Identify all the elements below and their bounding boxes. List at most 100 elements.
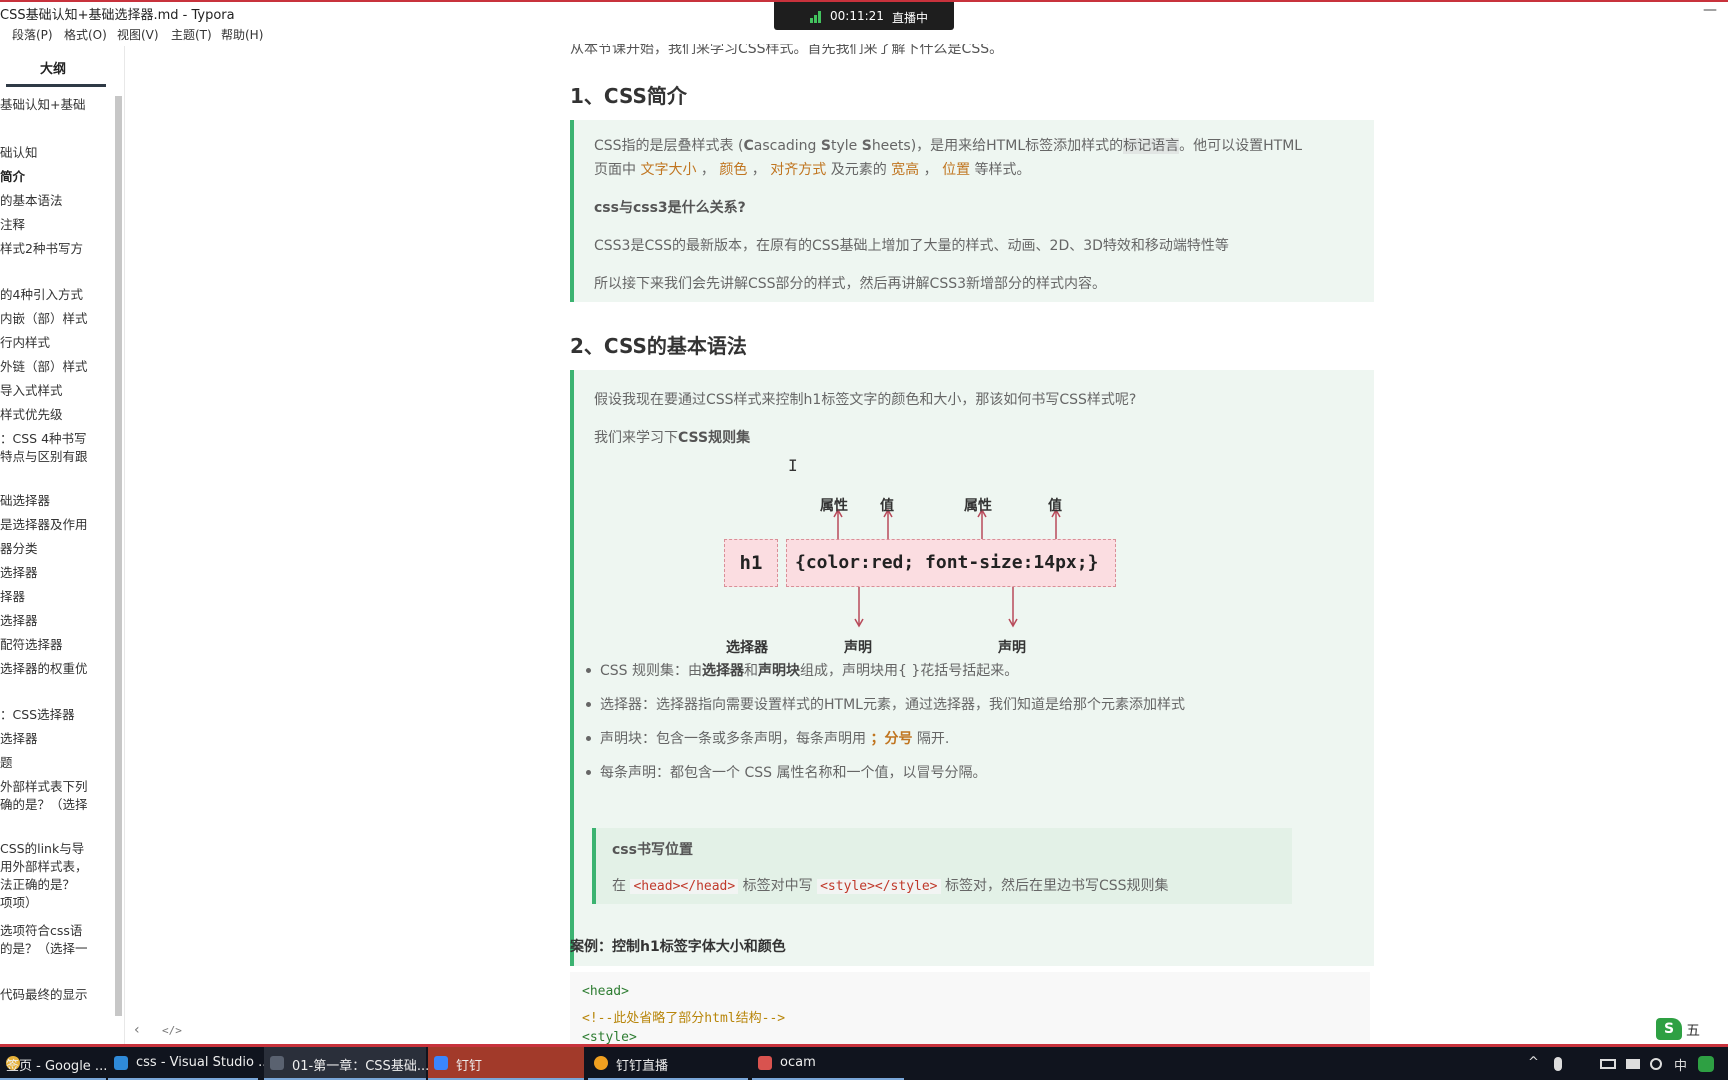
sidebar-outline-item[interactable]: 代码最终的显示	[0, 986, 88, 1004]
sidebar-outline-item[interactable]: 选项符合css语	[0, 922, 82, 940]
sogou-tray-icon[interactable]	[1698, 1056, 1714, 1072]
sidebar-outline-item[interactable]: 样式优先级	[0, 406, 63, 424]
sidebar-outline-item[interactable]: 内嵌（部）样式	[0, 310, 88, 328]
sidebar-outline-item[interactable]: 器分类	[0, 540, 38, 558]
ocam-icon	[758, 1056, 772, 1070]
sidebar-outline-item[interactable]: 行内样式	[0, 334, 50, 352]
window-title: CSS基础认知+基础选择器.md - Typora	[0, 8, 235, 23]
battery-icon[interactable]	[1626, 1059, 1640, 1069]
text-cursor-icon: I	[788, 456, 798, 475]
taskbar-item-chrome[interactable]: 签页 - Google ...	[0, 1047, 107, 1080]
sidebar-outline-item[interactable]: 确的是？（选择	[0, 796, 88, 814]
sidebar-scrollbar[interactable]	[115, 96, 122, 1016]
list-item: 选择器：选择器指向需要设置样式的HTML元素，通过选择器，我们知道是给那个元素添…	[586, 694, 1185, 714]
minimize-button[interactable]: —	[1700, 2, 1720, 20]
sidebar-outline-item[interactable]: 用外部样式表，	[0, 858, 88, 876]
taskbar-item-dingtalk-live[interactable]: 钉钉直播	[588, 1047, 748, 1080]
sidebar-outline-item[interactable]: 注释	[0, 216, 25, 234]
sidebar-outline-item[interactable]: ：CSS选择器	[0, 706, 75, 724]
sidebar-outline-item[interactable]: 配符选择器	[0, 636, 63, 654]
sidebar-outline-item[interactable]: 题	[0, 754, 13, 772]
highlighted-text: 标记语言	[1123, 138, 1180, 154]
syntax-line-1: 假设我现在要通过CSS样式来控制h1标签文字的颜色和大小，那该如何书写CSS样式…	[594, 392, 1137, 408]
sidebar-outline-item[interactable]: 样式2种书写方	[0, 240, 83, 258]
code-line-1: <head>	[582, 984, 629, 999]
sidebar-outline-item[interactable]: 简介	[0, 168, 25, 186]
menu-theme[interactable]: 主题(T)	[171, 26, 212, 43]
label-declaration-2: 声明	[998, 640, 1026, 656]
sidebar-outline-item[interactable]: 选择器	[0, 730, 38, 748]
tray-expand-icon[interactable]: ^	[1528, 1055, 1539, 1070]
code-line-2: <!--此处省略了部分html结构-->	[582, 1011, 786, 1026]
heading-css-intro: 1、CSS简介	[570, 84, 687, 108]
sidebar-outline-item[interactable]: 的基本语法	[0, 192, 63, 210]
sidebar-outline-item[interactable]: 外链（部）样式	[0, 358, 88, 376]
ime-mode-label[interactable]: 五	[1686, 1020, 1700, 1040]
sidebar-outline-item[interactable]: 基础认知+基础	[0, 96, 85, 114]
taskbar-item-typora[interactable]: 01-第一章：CSS基础...	[264, 1047, 429, 1080]
typora-icon	[270, 1056, 284, 1070]
list-item: CSS 规则集：由选择器和声明块组成，声明块用{ }花括号括起来。	[585, 660, 1018, 680]
sidebar-outline-item[interactable]: 特点与区别有跟	[0, 448, 88, 466]
menu-bar: 段落(P) 格式(O) 视图(V) 主题(T) 帮助(H)	[0, 24, 1728, 44]
menu-paragraph[interactable]: 段落(P)	[12, 26, 53, 43]
sidebar-outline-item[interactable]: 的4种引入方式	[0, 286, 83, 304]
taskbar-item-vscode[interactable]: css - Visual Studio ...	[108, 1047, 271, 1080]
label-declaration-1: 声明	[844, 640, 872, 656]
sidebar-outline-item[interactable]: 是选择器及作用	[0, 516, 88, 534]
label-value-1: 值	[880, 498, 894, 514]
syntax-line-2: 我们来学习下CSS规则集	[594, 430, 751, 446]
intro-question: css与css3是什么关系?	[594, 200, 746, 216]
label-property-2: 属性	[964, 498, 992, 514]
sidebar-outline-item[interactable]: 础选择器	[0, 492, 50, 510]
case-heading: 案例：控制h1标签字体大小和颜色	[570, 939, 786, 955]
dingtalk-icon	[434, 1056, 448, 1070]
label-value-2: 值	[1048, 498, 1062, 514]
network-icon[interactable]	[1600, 1059, 1616, 1069]
taskbar-item-dingtalk[interactable]: 钉钉	[428, 1047, 584, 1080]
intro-line-4: 所以接下来我们会先讲解CSS部分的样式，然后再讲解CSS3新增部分的样式内容。	[594, 276, 1107, 292]
blockquote-css-syntax: 假设我现在要通过CSS样式来控制h1标签文字的颜色和大小，那该如何书写CSS样式…	[570, 370, 1374, 966]
outline-sidebar: 大纲 基础认知+基础 础认知简介的基本语法注释样式2种书写方 的4种引入方式 内嵌（部…	[0, 46, 125, 1044]
sogou-ime-icon[interactable]: S	[1656, 1018, 1682, 1040]
sidebar-outline-item[interactable]: 选择器的权重优	[0, 660, 88, 678]
taskbar-item-ocam[interactable]: ocam	[752, 1047, 904, 1080]
code-line-3: <style>	[582, 1030, 637, 1044]
code-style: <style></style>	[817, 879, 941, 894]
sidebar-footer: ‹ </>	[0, 1018, 124, 1042]
code-head: <head></head>	[630, 879, 739, 894]
intro-line-1: CSS指的是层叠样式表 (Cascading Style Sheets)，是用来…	[594, 138, 1303, 154]
code-block[interactable]: <head> <!--此处省略了部分html结构--> <style>	[570, 972, 1370, 1044]
sidebar-outline-item[interactable]: 择器	[0, 588, 25, 606]
label-property-1: 属性	[820, 498, 848, 514]
menu-format[interactable]: 格式(O)	[64, 26, 107, 43]
sidebar-outline-item[interactable]: ：CSS 4种书写	[0, 430, 87, 448]
sidebar-outline-item[interactable]: 选择器	[0, 612, 38, 630]
heading-css-syntax: 2、CSS的基本语法	[570, 334, 747, 358]
sidebar-outline-item[interactable]: 导入式样式	[0, 382, 63, 400]
list-item: 每条声明：都包含一个 CSS 属性名称和一个值，以冒号分隔。	[585, 762, 986, 782]
declaration-box: {color:red; font-size:14px;}	[786, 539, 1116, 587]
dingtalk-live-icon	[594, 1056, 608, 1070]
css-ruleset-diagram: 属性 值 属性 值 h1 {color:red; font-size:14px;…	[724, 495, 1184, 675]
sidebar-outline-item[interactable]: 项项）	[0, 894, 38, 912]
microphone-icon[interactable]	[1554, 1057, 1562, 1071]
blockquote-css-intro: CSS指的是层叠样式表 (Cascading Style Sheets)，是用来…	[570, 120, 1374, 302]
vscode-icon	[114, 1056, 128, 1070]
label-selector: 选择器	[726, 640, 768, 656]
list-item: 声明块：包含一条或多条声明，每条声明用 ；分号 隔开.	[585, 728, 949, 748]
sidebar-outline-item[interactable]: CSS的link与导	[0, 840, 84, 858]
ime-indicator[interactable]: 中	[1674, 1055, 1687, 1074]
menu-help[interactable]: 帮助(H)	[221, 26, 263, 43]
taskbar: 签页 - Google ... css - Visual Studio ... …	[0, 1047, 1728, 1080]
document-area[interactable]: 从本节课开始，我们来学习CSS样式。首先我们来了解下什么是CSS。 1、CSS简…	[125, 44, 1728, 1044]
sidebar-outline-item[interactable]: 外部样式表下列	[0, 778, 88, 796]
sidebar-outline-item[interactable]: 选择器	[0, 564, 38, 582]
menu-view[interactable]: 视图(V)	[117, 26, 159, 43]
sidebar-outline-item[interactable]: 法正确的是？	[0, 876, 75, 894]
sidebar-outline-item[interactable]: 础认知	[0, 144, 38, 162]
volume-icon[interactable]	[1650, 1058, 1662, 1070]
sidebar-outline-item[interactable]: 的是？（选择一	[0, 940, 88, 958]
outline-tab[interactable]: 大纲	[0, 58, 106, 77]
intro-line-2: 页面中 文字大小 ， 颜色 ， 对齐方式 及元素的 宽高 ， 位置 等样式。	[594, 162, 1031, 178]
